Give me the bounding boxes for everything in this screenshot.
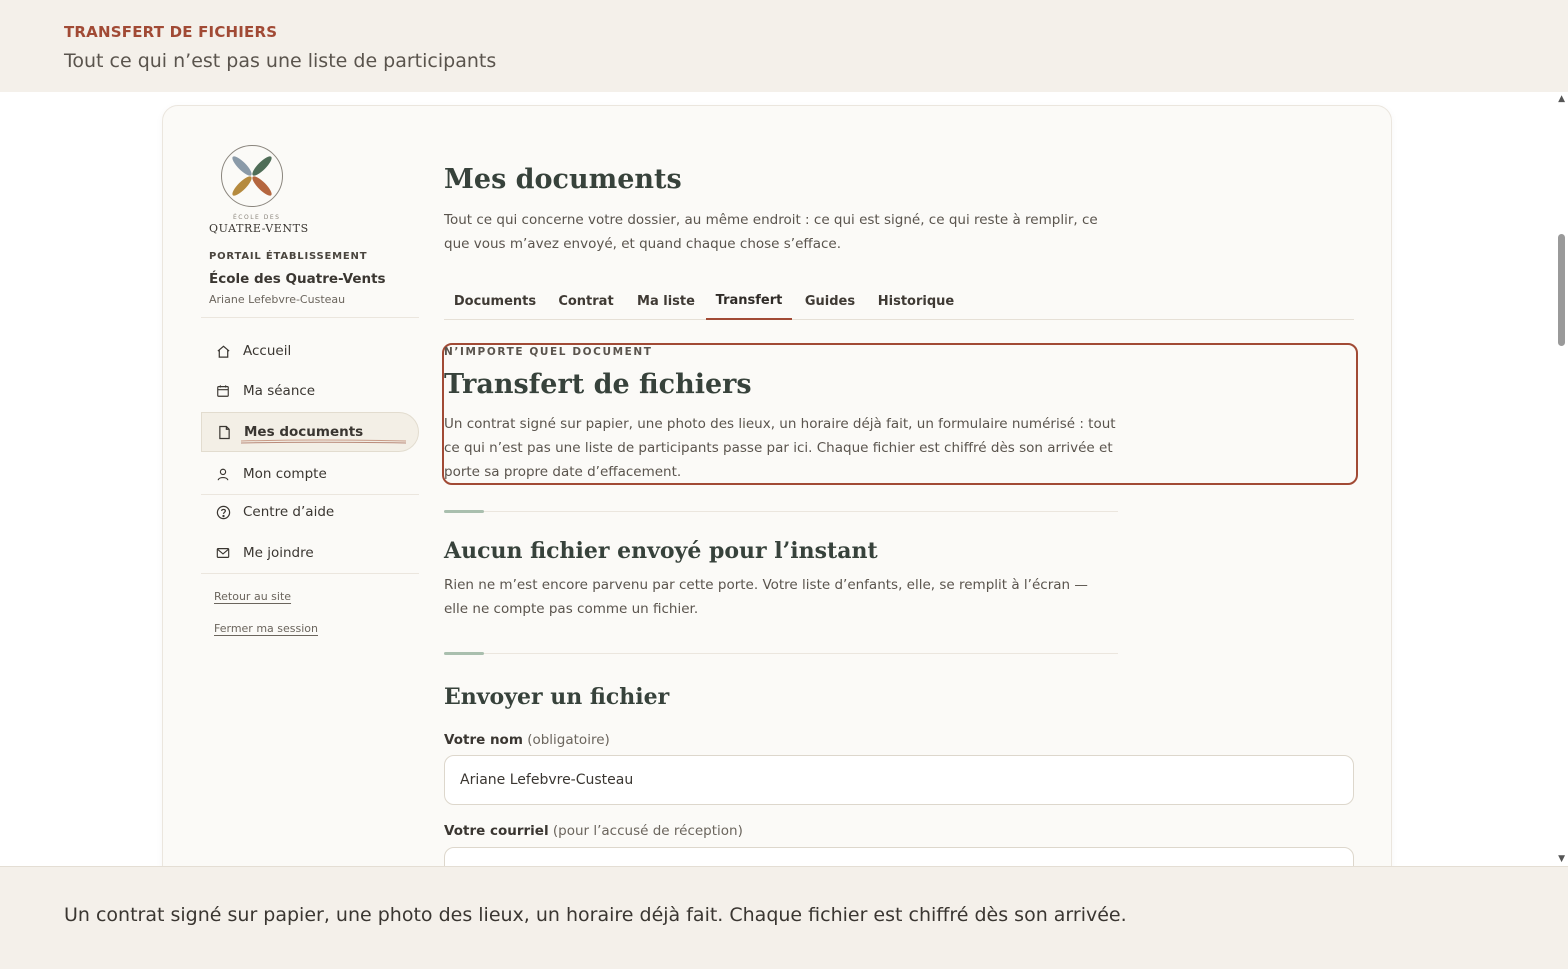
scroll-down-arrow-icon[interactable]: ▼ (1558, 854, 1565, 864)
tab-historique[interactable]: Historique (868, 282, 964, 320)
mail-icon (215, 545, 231, 561)
email-hint: (pour l’accusé de réception) (552, 823, 743, 839)
email-label: Votre courriel (444, 823, 549, 839)
section-eyebrow: N’IMPORTE QUEL DOCUMENT (444, 346, 653, 358)
page-intro: Tout ce qui concerne votre dossier, au m… (444, 212, 1098, 252)
top-banner: TRANSFERT DE FICHIERS Tout ce qui n’est … (0, 0, 1568, 92)
logo-subtext: ÉCOLE DES (233, 214, 281, 221)
sidebar-item-label: Mon compte (243, 466, 327, 482)
tab-guides[interactable]: Guides (792, 282, 868, 320)
sidebar-item-mes-documents[interactable]: Mes documents (201, 412, 419, 452)
scroll-up-arrow-icon[interactable]: ▲ (1558, 94, 1565, 104)
name-label: Votre nom (444, 732, 523, 748)
tab-transfert[interactable]: Transfert (706, 282, 792, 320)
document-tabs: Documents Contrat Ma liste Transfert Gui… (444, 282, 1354, 320)
sidebar-divider (201, 317, 419, 318)
user-icon (215, 466, 231, 482)
empty-state-body: Rien ne m’est encore parvenu par cette p… (444, 577, 1088, 617)
name-input[interactable] (444, 755, 1354, 805)
email-input[interactable] (444, 847, 1354, 866)
sidebar-divider (201, 573, 419, 574)
page-title: Mes documents (444, 164, 682, 195)
section-title: Transfert de fichiers (444, 369, 752, 400)
bottom-banner: Un contrat signé sur papier, une photo d… (0, 866, 1568, 969)
portal-card: ÉCOLE DES QUATRE-VENTS PORTAIL ÉTABLISSE… (162, 105, 1392, 866)
caption-text: Un contrat signé sur papier, une photo d… (64, 904, 1127, 926)
logo-name: QUATRE-VENTS (209, 222, 309, 235)
home-icon (215, 343, 231, 359)
section-divider (444, 653, 1118, 654)
empty-state-title: Aucun fichier envoyé pour l’instant (444, 538, 878, 564)
help-icon (215, 504, 231, 520)
scrollbar-thumb[interactable] (1558, 234, 1565, 346)
sidebar-item-mon-compte[interactable]: Mon compte (201, 454, 419, 494)
scrollbar[interactable]: ▲ ▼ (1554, 92, 1568, 866)
sidebar-item-label: Accueil (243, 343, 292, 359)
sidebar-item-label: Centre d’aide (243, 504, 335, 520)
banner-eyebrow: TRANSFERT DE FICHIERS (64, 23, 278, 41)
document-icon (216, 424, 232, 440)
name-hint: (obligatoire) (527, 732, 610, 748)
school-name: École des Quatre-Vents (209, 271, 386, 287)
back-to-site-link[interactable]: Retour au site (214, 590, 291, 603)
divider-accent (444, 652, 484, 655)
calendar-icon (215, 383, 231, 399)
tab-contrat[interactable]: Contrat (546, 282, 626, 320)
school-logo (221, 145, 283, 207)
sidebar-item-label: Mes documents (244, 424, 364, 440)
logout-link[interactable]: Fermer ma session (214, 622, 318, 635)
name-field-label: Votre nom (obligatoire) (444, 732, 610, 748)
sidebar-item-centre-aide[interactable]: Centre d’aide (201, 492, 419, 532)
tab-documents[interactable]: Documents (444, 282, 546, 320)
tab-ma-liste[interactable]: Ma liste (626, 282, 706, 320)
section-divider (444, 511, 1118, 512)
sidebar-item-ma-seance[interactable]: Ma séance (201, 371, 419, 411)
email-field-label: Votre courriel (pour l’accusé de récepti… (444, 823, 743, 839)
portal-label: PORTAIL ÉTABLISSEMENT (209, 251, 368, 262)
sidebar-item-label: Me joindre (243, 545, 314, 561)
active-underline-decoration (241, 439, 406, 444)
browser-viewport: ÉCOLE DES QUATRE-VENTS PORTAIL ÉTABLISSE… (0, 92, 1568, 866)
sidebar-item-me-joindre[interactable]: Me joindre (201, 533, 419, 573)
banner-subtitle: Tout ce qui n’est pas une liste de parti… (64, 50, 497, 72)
upload-title: Envoyer un fichier (444, 684, 670, 710)
user-name: Ariane Lefebvre-Custeau (209, 293, 346, 306)
sidebar-item-accueil[interactable]: Accueil (201, 331, 419, 371)
sidebar-item-label: Ma séance (243, 383, 316, 399)
divider-accent (444, 510, 484, 513)
section-body: Un contrat signé sur papier, une photo d… (444, 416, 1116, 480)
